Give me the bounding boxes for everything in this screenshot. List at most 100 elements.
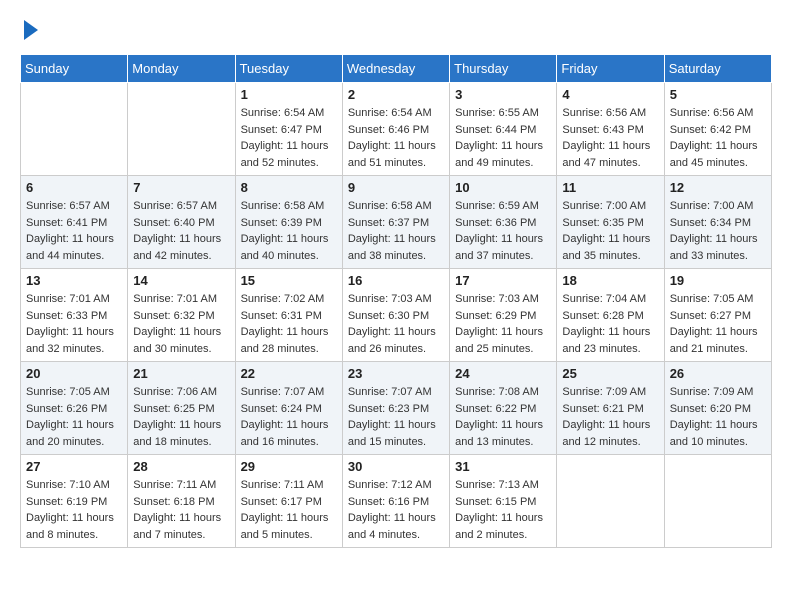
day-info: Sunrise: 7:05 AMSunset: 6:27 PMDaylight:… (670, 291, 766, 357)
calendar-cell: 23 Sunrise: 7:07 AMSunset: 6:23 PMDayligh… (342, 362, 449, 455)
day-number: 15 (241, 273, 337, 288)
day-info: Sunrise: 7:05 AMSunset: 6:26 PMDaylight:… (26, 384, 122, 450)
calendar-cell: 12 Sunrise: 7:00 AMSunset: 6:34 PMDayligh… (664, 176, 771, 269)
day-number: 4 (562, 87, 658, 102)
calendar-cell: 18 Sunrise: 7:04 AMSunset: 6:28 PMDayligh… (557, 269, 664, 362)
calendar-cell: 19 Sunrise: 7:05 AMSunset: 6:27 PMDayligh… (664, 269, 771, 362)
day-number: 6 (26, 180, 122, 195)
day-number: 22 (241, 366, 337, 381)
calendar-cell: 28Sunrise: 7:11 AMSunset: 6:18 PMDayligh… (128, 455, 235, 548)
day-number: 29 (241, 459, 337, 474)
calendar-cell: 31Sunrise: 7:13 AMSunset: 6:15 PMDayligh… (450, 455, 557, 548)
day-number: 1 (241, 87, 337, 102)
calendar-cell: 7Sunrise: 6:57 AMSunset: 6:40 PMDaylight… (128, 176, 235, 269)
day-info: Sunrise: 6:59 AMSunset: 6:36 PMDaylight:… (455, 198, 551, 264)
calendar-cell (664, 455, 771, 548)
calendar-cell: 1 Sunrise: 6:54 AMSunset: 6:47 PMDaylight… (235, 83, 342, 176)
calendar-cell: 8 Sunrise: 6:58 AMSunset: 6:39 PMDaylight… (235, 176, 342, 269)
calendar-cell: 16Sunrise: 7:03 AMSunset: 6:30 PMDayligh… (342, 269, 449, 362)
day-info: Sunrise: 7:00 AMSunset: 6:34 PMDaylight:… (670, 198, 766, 264)
day-info: Sunrise: 7:07 AMSunset: 6:24 PMDaylight:… (241, 384, 337, 450)
day-info: Sunrise: 7:06 AMSunset: 6:25 PMDaylight:… (133, 384, 229, 450)
day-number: 13 (26, 273, 122, 288)
calendar-header-sunday: Sunday (21, 55, 128, 83)
day-number: 5 (670, 87, 766, 102)
calendar-cell (557, 455, 664, 548)
calendar-table: SundayMondayTuesdayWednesdayThursdayFrid… (20, 54, 772, 548)
day-info: Sunrise: 7:00 AMSunset: 6:35 PMDaylight:… (562, 198, 658, 264)
day-number: 18 (562, 273, 658, 288)
calendar-cell: 6 Sunrise: 6:57 AMSunset: 6:41 PMDaylight… (21, 176, 128, 269)
calendar-cell: 30 Sunrise: 7:12 AMSunset: 6:16 PMDayligh… (342, 455, 449, 548)
calendar-cell: 15 Sunrise: 7:02 AMSunset: 6:31 PMDayligh… (235, 269, 342, 362)
day-info: Sunrise: 7:01 AMSunset: 6:32 PMDaylight:… (133, 291, 229, 357)
day-info: Sunrise: 6:54 AMSunset: 6:47 PMDaylight:… (241, 105, 337, 171)
calendar-cell: 2Sunrise: 6:54 AMSunset: 6:46 PMDaylight… (342, 83, 449, 176)
day-info: Sunrise: 6:55 AMSunset: 6:44 PMDaylight:… (455, 105, 551, 171)
calendar-week-row: 13 Sunrise: 7:01 AMSunset: 6:33 PMDayligh… (21, 269, 772, 362)
calendar-header-friday: Friday (557, 55, 664, 83)
calendar-cell: 3 Sunrise: 6:55 AMSunset: 6:44 PMDaylight… (450, 83, 557, 176)
day-number: 17 (455, 273, 551, 288)
logo (20, 20, 38, 44)
day-info: Sunrise: 7:03 AMSunset: 6:29 PMDaylight:… (455, 291, 551, 357)
day-number: 19 (670, 273, 766, 288)
day-number: 20 (26, 366, 122, 381)
calendar-cell: 22 Sunrise: 7:07 AMSunset: 6:24 PMDayligh… (235, 362, 342, 455)
day-info: Sunrise: 6:57 AMSunset: 6:41 PMDaylight:… (26, 198, 122, 264)
day-info: Sunrise: 7:01 AMSunset: 6:33 PMDaylight:… (26, 291, 122, 357)
day-info: Sunrise: 7:12 AMSunset: 6:16 PMDaylight:… (348, 477, 444, 543)
calendar-header-saturday: Saturday (664, 55, 771, 83)
day-info: Sunrise: 7:03 AMSunset: 6:30 PMDaylight:… (348, 291, 444, 357)
day-info: Sunrise: 7:10 AMSunset: 6:19 PMDaylight:… (26, 477, 122, 543)
calendar-cell: 29Sunrise: 7:11 AMSunset: 6:17 PMDayligh… (235, 455, 342, 548)
calendar-cell: 24Sunrise: 7:08 AMSunset: 6:22 PMDayligh… (450, 362, 557, 455)
calendar-cell: 5 Sunrise: 6:56 AMSunset: 6:42 PMDaylight… (664, 83, 771, 176)
calendar-cell: 11Sunrise: 7:00 AMSunset: 6:35 PMDayligh… (557, 176, 664, 269)
calendar-header-monday: Monday (128, 55, 235, 83)
day-info: Sunrise: 7:07 AMSunset: 6:23 PMDaylight:… (348, 384, 444, 450)
calendar-cell: 13 Sunrise: 7:01 AMSunset: 6:33 PMDayligh… (21, 269, 128, 362)
day-info: Sunrise: 7:09 AMSunset: 6:20 PMDaylight:… (670, 384, 766, 450)
day-number: 9 (348, 180, 444, 195)
calendar-cell: 21Sunrise: 7:06 AMSunset: 6:25 PMDayligh… (128, 362, 235, 455)
day-info: Sunrise: 6:58 AMSunset: 6:39 PMDaylight:… (241, 198, 337, 264)
logo-arrow-icon (24, 20, 38, 40)
calendar-week-row: 20 Sunrise: 7:05 AMSunset: 6:26 PMDayligh… (21, 362, 772, 455)
calendar-cell: 17 Sunrise: 7:03 AMSunset: 6:29 PMDayligh… (450, 269, 557, 362)
day-number: 12 (670, 180, 766, 195)
calendar-cell: 27 Sunrise: 7:10 AMSunset: 6:19 PMDayligh… (21, 455, 128, 548)
day-info: Sunrise: 7:02 AMSunset: 6:31 PMDaylight:… (241, 291, 337, 357)
day-info: Sunrise: 7:09 AMSunset: 6:21 PMDaylight:… (562, 384, 658, 450)
day-number: 10 (455, 180, 551, 195)
day-info: Sunrise: 6:58 AMSunset: 6:37 PMDaylight:… (348, 198, 444, 264)
day-number: 26 (670, 366, 766, 381)
calendar-cell (128, 83, 235, 176)
day-number: 8 (241, 180, 337, 195)
day-number: 24 (455, 366, 551, 381)
calendar-week-row: 1 Sunrise: 6:54 AMSunset: 6:47 PMDaylight… (21, 83, 772, 176)
day-number: 28 (133, 459, 229, 474)
calendar-header-tuesday: Tuesday (235, 55, 342, 83)
page-header (20, 20, 772, 44)
calendar-cell: 14 Sunrise: 7:01 AMSunset: 6:32 PMDayligh… (128, 269, 235, 362)
day-info: Sunrise: 7:04 AMSunset: 6:28 PMDaylight:… (562, 291, 658, 357)
day-number: 3 (455, 87, 551, 102)
calendar-cell: 26 Sunrise: 7:09 AMSunset: 6:20 PMDayligh… (664, 362, 771, 455)
calendar-week-row: 6 Sunrise: 6:57 AMSunset: 6:41 PMDaylight… (21, 176, 772, 269)
day-info: Sunrise: 6:56 AMSunset: 6:43 PMDaylight:… (562, 105, 658, 171)
day-number: 7 (133, 180, 229, 195)
day-number: 27 (26, 459, 122, 474)
day-number: 30 (348, 459, 444, 474)
calendar-header-thursday: Thursday (450, 55, 557, 83)
day-info: Sunrise: 6:54 AMSunset: 6:46 PMDaylight:… (348, 105, 444, 171)
calendar-cell: 9 Sunrise: 6:58 AMSunset: 6:37 PMDaylight… (342, 176, 449, 269)
day-info: Sunrise: 6:56 AMSunset: 6:42 PMDaylight:… (670, 105, 766, 171)
day-number: 31 (455, 459, 551, 474)
day-number: 23 (348, 366, 444, 381)
calendar-header-row: SundayMondayTuesdayWednesdayThursdayFrid… (21, 55, 772, 83)
calendar-cell: 20 Sunrise: 7:05 AMSunset: 6:26 PMDayligh… (21, 362, 128, 455)
day-number: 14 (133, 273, 229, 288)
calendar-cell (21, 83, 128, 176)
calendar-header-wednesday: Wednesday (342, 55, 449, 83)
